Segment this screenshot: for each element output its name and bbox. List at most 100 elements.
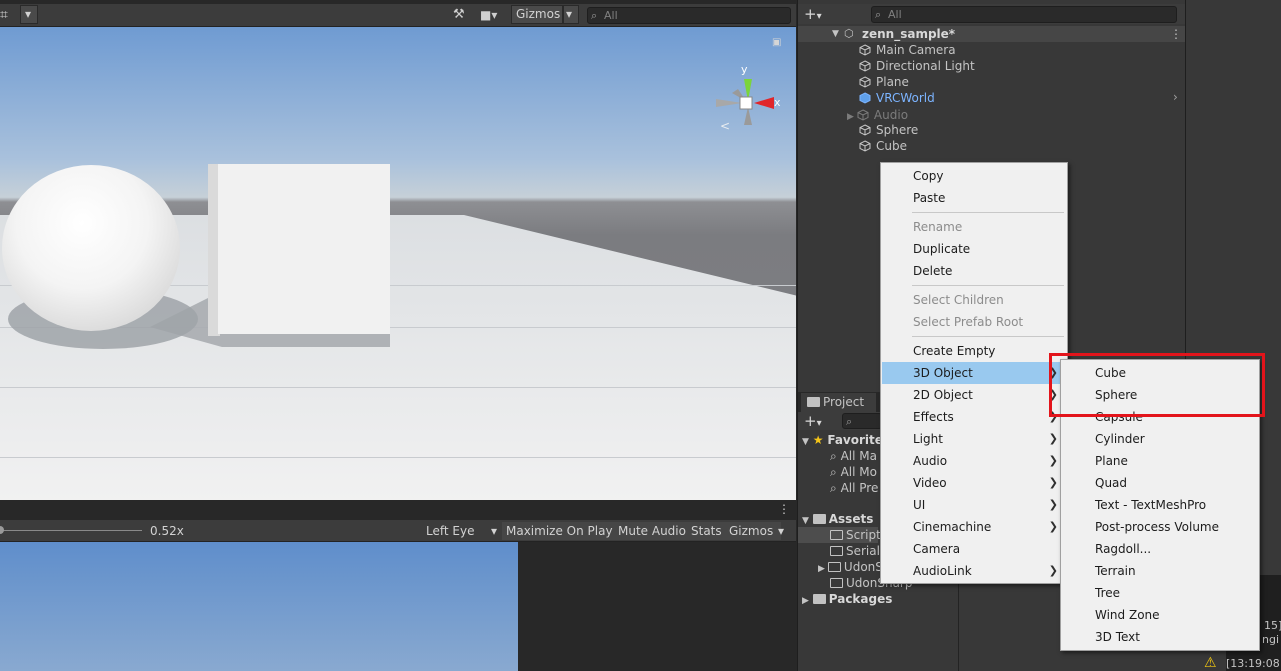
- expand-arrow-icon[interactable]: ▶: [847, 112, 854, 122]
- eye-select[interactable]: Left Eye ▾: [421, 522, 501, 540]
- menu-item-copy[interactable]: Copy: [882, 165, 1066, 187]
- mute-audio-button[interactable]: Mute Audio: [613, 522, 690, 540]
- game-view[interactable]: [0, 542, 518, 671]
- packages-folder[interactable]: ▶ Packages: [802, 591, 892, 607]
- star-icon: ★: [812, 433, 824, 447]
- tab-project[interactable]: Project: [801, 393, 876, 412]
- menu-item-paste[interactable]: Paste: [882, 187, 1066, 209]
- grid-dropdown-button[interactable]: ▾: [20, 5, 38, 24]
- submenu-arrow-icon: ❯: [1048, 432, 1058, 445]
- menu-item-video[interactable]: Video ❯: [882, 472, 1066, 494]
- camera-icon[interactable]: ■▾: [480, 6, 506, 24]
- favorite-item[interactable]: ⌕ All Mo: [830, 464, 877, 480]
- packages-label: Packages: [828, 592, 893, 606]
- menu-item-rename[interactable]: Rename: [882, 216, 1066, 238]
- submenu-item-ragdoll[interactable]: Ragdoll...: [1062, 538, 1258, 560]
- folder-icon: [830, 530, 843, 540]
- assets-subfolder[interactable]: Serial: [830, 543, 880, 559]
- gizmos-dropdown-button[interactable]: ▾: [563, 5, 579, 24]
- submenu-item-quad[interactable]: Quad: [1062, 472, 1258, 494]
- submenu-item-text-textmeshpro[interactable]: Text - TextMeshPro: [1062, 494, 1258, 516]
- expand-arrow-icon[interactable]: ▼: [802, 516, 809, 526]
- menu-item-2d-object[interactable]: 2D Object ❯: [882, 384, 1066, 406]
- assets-subfolder[interactable]: ▶ UdonS: [818, 559, 883, 575]
- menu-item-3d-object[interactable]: 3D Object ❯: [882, 362, 1066, 384]
- expand-arrow-icon[interactable]: ▼: [832, 26, 839, 42]
- gizmo-neg-x-axis[interactable]: [716, 99, 742, 107]
- hierarchy-search-input[interactable]: ⌕ All: [871, 6, 1177, 23]
- create-asset-button[interactable]: +▾: [804, 412, 822, 433]
- scene-search-placeholder: All: [604, 9, 618, 22]
- expand-arrow-icon[interactable]: ▼: [802, 437, 809, 447]
- menu-item-create-empty[interactable]: Create Empty: [882, 340, 1066, 362]
- scene-menu-icon[interactable]: ⋮: [1170, 26, 1182, 42]
- favorite-item[interactable]: ⌕ All Ma: [830, 448, 877, 464]
- expand-arrow-icon[interactable]: ▶: [818, 564, 825, 574]
- prefab-open-arrow-icon[interactable]: ›: [1173, 90, 1178, 104]
- sphere-object[interactable]: [2, 165, 180, 331]
- scale-slider-handle[interactable]: [0, 526, 4, 534]
- submenu-item-post-process-volume[interactable]: Post-process Volume: [1062, 516, 1258, 538]
- menu-item-effects[interactable]: Effects ❯: [882, 406, 1066, 428]
- more-options-icon[interactable]: ⋮: [778, 502, 790, 516]
- game-gizmos-button[interactable]: Gizmos: [725, 522, 781, 540]
- hierarchy-item-audio[interactable]: ▶ Audio: [847, 107, 908, 123]
- menu-item-select-prefab-root[interactable]: Select Prefab Root: [882, 311, 1066, 333]
- search-icon: ⌕: [875, 8, 882, 21]
- maximize-on-play-button[interactable]: Maximize On Play: [502, 522, 615, 540]
- expand-arrow-icon[interactable]: ▶: [802, 596, 809, 606]
- hierarchy-item-vrcworld[interactable]: VRCWorld: [859, 90, 935, 106]
- menu-item-camera[interactable]: Camera: [882, 538, 1066, 560]
- scene-view[interactable]: ▣ y x <: [0, 27, 796, 500]
- scene-root[interactable]: ▼ ⬡ zenn_sample* ⋮: [798, 26, 1185, 42]
- console-line: ngi: [1262, 633, 1280, 646]
- search-icon: ⌕: [830, 465, 837, 479]
- hierarchy-item-cube[interactable]: Cube: [859, 138, 907, 154]
- gameobject-cube-icon: [859, 44, 871, 56]
- hierarchy-item-main-camera[interactable]: Main Camera: [859, 42, 956, 58]
- menu-item-label: UI: [913, 498, 926, 512]
- favorite-item[interactable]: ⌕ All Pre: [830, 480, 878, 496]
- scene-search-input[interactable]: ⌕ All: [587, 7, 791, 24]
- lock-icon[interactable]: ▣: [772, 37, 781, 48]
- submenu-item-wind-zone[interactable]: Wind Zone: [1062, 604, 1258, 626]
- gizmos-button[interactable]: Gizmos: [511, 5, 563, 24]
- menu-item-audio[interactable]: Audio ❯: [882, 450, 1066, 472]
- hierarchy-item-directional-light[interactable]: Directional Light: [859, 58, 975, 74]
- submenu-item-cylinder[interactable]: Cylinder: [1062, 428, 1258, 450]
- scale-slider-track[interactable]: [0, 530, 142, 531]
- menu-item-delete[interactable]: Delete: [882, 260, 1066, 282]
- menu-item-select-children[interactable]: Select Children: [882, 289, 1066, 311]
- grid-line: [0, 457, 796, 458]
- grid-snap-icon[interactable]: ⌗: [0, 6, 18, 24]
- submenu-item-3d-text[interactable]: 3D Text: [1062, 626, 1258, 648]
- gizmo-x-label: x: [774, 96, 781, 109]
- gizmo-neg-y-axis[interactable]: [744, 107, 752, 125]
- cube-object[interactable]: [218, 164, 390, 334]
- submenu-arrow-icon: ❯: [1048, 520, 1058, 533]
- tools-icon[interactable]: ⚒: [453, 6, 471, 24]
- game-gizmos-dropdown[interactable]: ▾: [778, 522, 794, 540]
- prefab-cube-icon: [859, 92, 871, 104]
- menu-item-duplicate[interactable]: Duplicate: [882, 238, 1066, 260]
- project-search-input[interactable]: ⌕: [842, 413, 882, 429]
- assets-subfolder[interactable]: Script: [798, 527, 881, 543]
- menu-item-cinemachine[interactable]: Cinemachine ❯: [882, 516, 1066, 538]
- gizmo-center[interactable]: [739, 96, 753, 110]
- menu-item-audiolink[interactable]: AudioLink ❯: [882, 560, 1066, 582]
- submenu-arrow-icon: ❯: [1048, 564, 1058, 577]
- hierarchy-item-plane[interactable]: Plane: [859, 74, 909, 90]
- menu-item-light[interactable]: Light ❯: [882, 428, 1066, 450]
- assets-folder[interactable]: ▼ Assets: [802, 511, 873, 527]
- favorites-folder[interactable]: ▼ ★ Favorite: [802, 432, 883, 448]
- submenu-item-terrain[interactable]: Terrain: [1062, 560, 1258, 582]
- hierarchy-item-sphere[interactable]: Sphere: [859, 122, 918, 138]
- favorite-item-label: All Ma: [840, 449, 877, 463]
- stats-button[interactable]: Stats: [687, 522, 727, 540]
- add-object-button[interactable]: +▾: [804, 4, 822, 27]
- gizmo-x-axis[interactable]: [754, 97, 774, 109]
- submenu-item-tree[interactable]: Tree: [1062, 582, 1258, 604]
- menu-item-ui[interactable]: UI ❯: [882, 494, 1066, 516]
- chevron-down-icon: ▾: [490, 524, 497, 538]
- submenu-item-plane[interactable]: Plane: [1062, 450, 1258, 472]
